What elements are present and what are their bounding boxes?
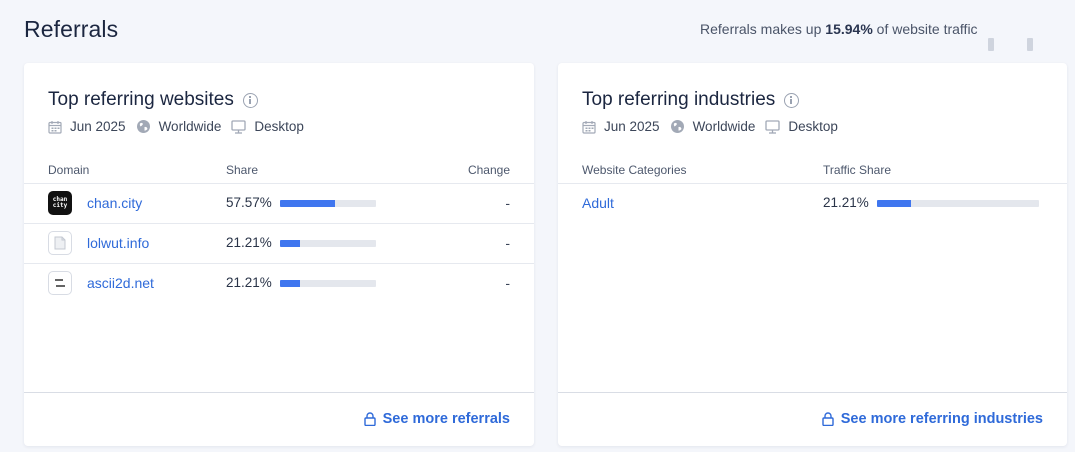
- see-more-label: See more referrals: [382, 411, 510, 427]
- column-header-categories[interactable]: Website Categories: [582, 163, 687, 177]
- traffic-summary: Referrals makes up 15.94% of website tra…: [700, 21, 978, 37]
- placeholder-marker: [1027, 38, 1033, 51]
- region-label: Worldwide: [158, 119, 222, 134]
- column-header-change[interactable]: Change: [468, 163, 510, 177]
- device-filter: Desktop: [765, 119, 838, 134]
- share-bar-fill: [877, 200, 912, 207]
- share-bar-fill: [280, 280, 301, 287]
- table-row[interactable]: ascii2d.net 21.21% -: [24, 263, 534, 303]
- share-value: 21.21%: [226, 235, 272, 250]
- domain-link[interactable]: ascii2d.net: [87, 275, 154, 291]
- date-label: Jun 2025: [604, 119, 660, 134]
- desktop-icon: [231, 119, 246, 134]
- change-value: -: [505, 195, 510, 211]
- see-more-referrals-button[interactable]: See more referrals: [363, 411, 510, 427]
- device-label: Desktop: [254, 119, 304, 134]
- see-more-industries-button[interactable]: See more referring industries: [822, 411, 1043, 427]
- calendar-icon: [48, 120, 62, 134]
- date-label: Jun 2025: [70, 119, 126, 134]
- region-filter: Worldwide: [670, 119, 756, 134]
- chan-city-favicon: chan city: [48, 191, 72, 215]
- share-bar: [280, 280, 376, 287]
- top-referring-websites-card: Top referring websites Jun 2025 Worldwid…: [24, 63, 534, 446]
- region-label: Worldwide: [692, 119, 756, 134]
- region-filter: Worldwide: [136, 119, 222, 134]
- column-header-domain[interactable]: Domain: [48, 163, 89, 177]
- placeholder-marker: [988, 38, 994, 51]
- table-row[interactable]: lolwut.info 21.21% -: [24, 223, 534, 263]
- domain-link[interactable]: lolwut.info: [87, 235, 149, 251]
- share-value: 21.21%: [823, 195, 869, 210]
- date-filter: Jun 2025: [582, 119, 660, 134]
- filter-meta: Jun 2025 Worldwide Desktop: [48, 119, 314, 134]
- share-value: 57.57%: [226, 195, 272, 210]
- column-header-share[interactable]: Share: [226, 163, 258, 177]
- card-title-text: Top referring websites: [48, 89, 234, 110]
- device-filter: Desktop: [231, 119, 304, 134]
- footer-divider: [558, 392, 1067, 393]
- ascii2d-favicon: [48, 271, 72, 295]
- share-bar: [877, 200, 1039, 207]
- card-title-text: Top referring industries: [582, 89, 776, 110]
- category-link[interactable]: Adult: [582, 195, 614, 211]
- globe-icon: [670, 120, 684, 133]
- domain-link[interactable]: chan.city: [87, 195, 142, 211]
- filter-meta: Jun 2025 Worldwide Desktop: [582, 119, 848, 134]
- lock-icon: [363, 412, 376, 426]
- calendar-icon: [582, 120, 596, 134]
- info-icon[interactable]: [784, 92, 800, 108]
- column-header-traffic-share[interactable]: Traffic Share: [823, 163, 891, 177]
- summary-suffix: of website traffic: [872, 21, 978, 37]
- globe-icon: [136, 120, 150, 133]
- share-bar: [280, 200, 376, 207]
- document-icon: [48, 231, 72, 255]
- share-value: 21.21%: [226, 275, 272, 290]
- info-icon[interactable]: [242, 92, 258, 108]
- share-bar-fill: [280, 200, 336, 207]
- card-title: Top referring industries: [582, 89, 800, 111]
- lock-icon: [822, 412, 834, 426]
- date-filter: Jun 2025: [48, 119, 126, 134]
- page-title: Referrals: [24, 16, 119, 42]
- device-label: Desktop: [788, 119, 838, 134]
- summary-prefix: Referrals makes up: [700, 21, 826, 37]
- summary-value: 15.94%: [825, 21, 873, 37]
- table-row[interactable]: chan city chan.city 57.57% -: [24, 183, 534, 223]
- share-bar-fill: [280, 240, 301, 247]
- top-referring-industries-card: Top referring industries Jun 2025 Worldw…: [558, 63, 1067, 446]
- change-value: -: [505, 235, 510, 251]
- desktop-icon: [765, 119, 780, 134]
- see-more-label: See more referring industries: [840, 411, 1043, 427]
- card-title: Top referring websites: [48, 89, 258, 111]
- share-bar: [280, 240, 376, 247]
- table-row[interactable]: Adult 21.21%: [558, 183, 1067, 223]
- footer-divider: [24, 392, 534, 393]
- change-value: -: [505, 275, 510, 291]
